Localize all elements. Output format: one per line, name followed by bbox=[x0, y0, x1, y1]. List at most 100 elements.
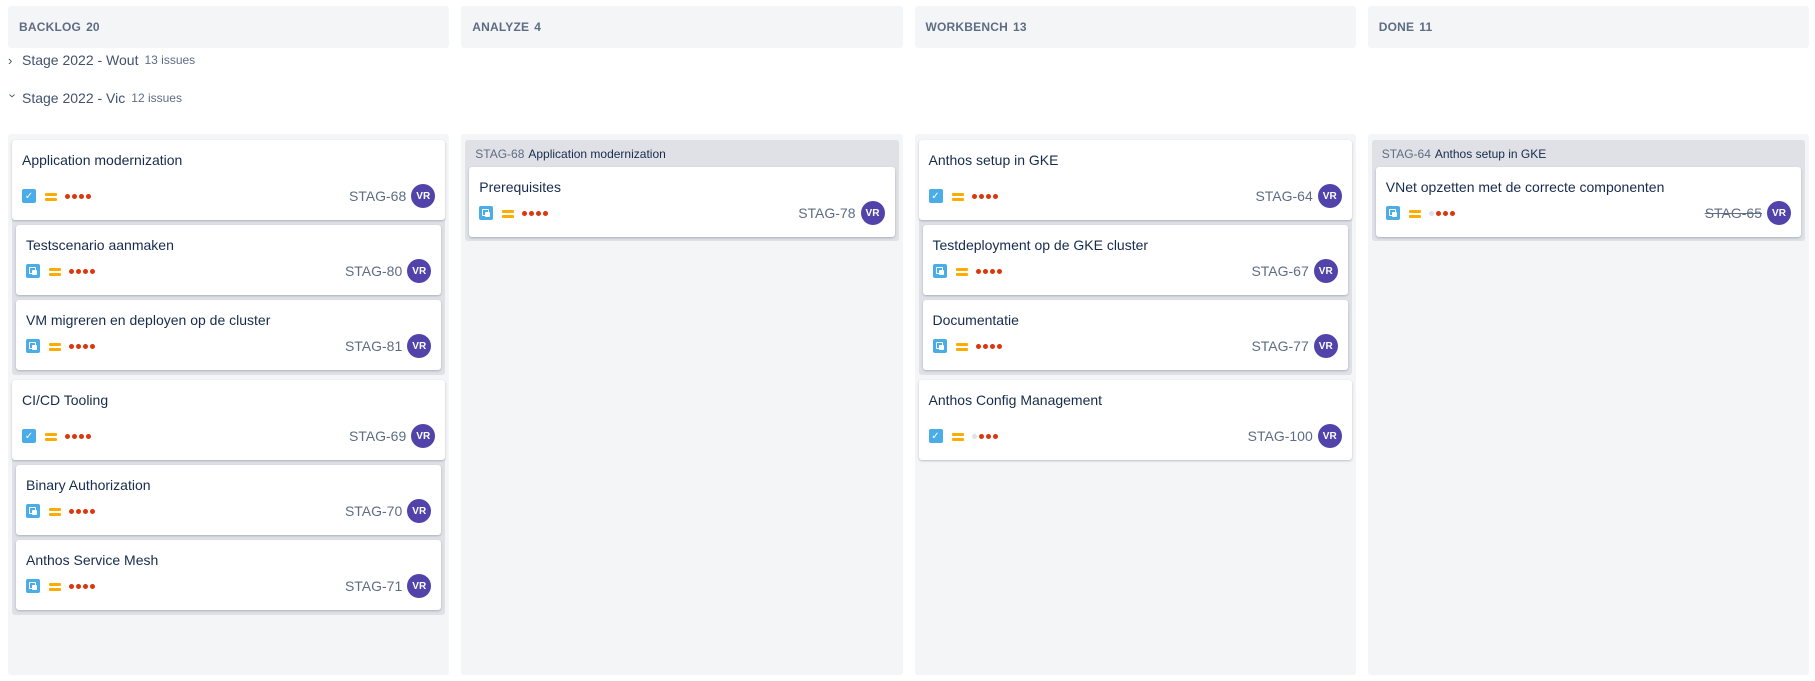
parent-group-label[interactable]: STAG-68 Application modernization bbox=[469, 140, 894, 167]
subtask-card[interactable]: Testdeployment op de GKE cluster STAG-67… bbox=[922, 225, 1348, 295]
estimate-dots-icon bbox=[69, 583, 95, 589]
parent-group: STAG-68 Application modernization Prereq… bbox=[465, 140, 899, 241]
avatar[interactable]: VR bbox=[407, 259, 432, 283]
issue-key[interactable]: STAG-67 bbox=[1251, 263, 1308, 279]
swimlane-title: Stage 2022 - Wout bbox=[22, 52, 139, 68]
subtask-card[interactable]: Documentatie STAG-77 VR bbox=[922, 300, 1348, 370]
issue-card[interactable]: Anthos Config Management ✓ STAG-100 VR bbox=[918, 380, 1352, 460]
swimlane-vic[interactable]: › Stage 2022 - Vic 12 issues bbox=[6, 90, 182, 106]
avatar[interactable]: VR bbox=[407, 499, 432, 523]
swimlane-title: Stage 2022 - Vic bbox=[22, 90, 126, 106]
priority-medium-icon bbox=[951, 191, 964, 201]
parent-title: Application modernization bbox=[528, 146, 666, 161]
column-header-backlog[interactable]: BACKLOG 20 bbox=[8, 6, 450, 48]
avatar[interactable]: VR bbox=[1317, 424, 1342, 448]
estimate-dots-icon bbox=[971, 193, 998, 199]
parent-title: Anthos setup in GKE bbox=[1434, 146, 1547, 161]
subtask-icon bbox=[26, 504, 40, 518]
avatar[interactable]: VR bbox=[1313, 334, 1338, 358]
parent-group: CI/CD Tooling ✓ STAG-69 VR Binary Author… bbox=[12, 380, 446, 615]
subtask-card[interactable]: Testscenario aanmaken STAG-80 VR bbox=[16, 225, 442, 295]
estimate-dots-icon bbox=[975, 343, 1002, 349]
card-footer: STAG-80 VR bbox=[26, 258, 432, 284]
card-footer: STAG-78 VR bbox=[479, 200, 885, 226]
story-checkbox-icon: ✓ bbox=[928, 429, 943, 443]
column-name: BACKLOG bbox=[19, 20, 82, 34]
issue-card[interactable]: CI/CD Tooling ✓ STAG-69 VR bbox=[12, 380, 446, 460]
column-count: 4 bbox=[534, 20, 542, 34]
parent-key: STAG-68 bbox=[475, 146, 525, 161]
column-header-workbench[interactable]: WORKBENCH 13 bbox=[914, 6, 1356, 48]
issue-title: VNet opzetten met de correcte componente… bbox=[1385, 179, 1665, 195]
subtask-card[interactable]: Binary Authorization STAG-70 VR bbox=[16, 465, 442, 535]
parent-group-label[interactable]: STAG-64 Anthos setup in GKE bbox=[1376, 140, 1801, 167]
card-footer: STAG-81 VR bbox=[26, 333, 432, 359]
column-name: WORKBENCH bbox=[925, 20, 1008, 34]
priority-medium-icon bbox=[502, 208, 515, 218]
estimate-dots-icon bbox=[1428, 210, 1455, 216]
column-header-analyze[interactable]: ANALYZE 4 bbox=[461, 6, 903, 48]
issue-key[interactable]: STAG-69 bbox=[349, 428, 406, 444]
story-checkbox-icon: ✓ bbox=[22, 189, 36, 203]
issue-title: Binary Authorization bbox=[26, 477, 151, 493]
column-backlog: Application modernization ✓ STAG-68 VR T… bbox=[8, 134, 450, 675]
issue-title: Documentatie bbox=[932, 312, 1019, 328]
column-name: ANALYZE bbox=[472, 20, 530, 34]
chevron-right-icon[interactable]: › bbox=[8, 53, 22, 68]
swimlane-wout[interactable]: › Stage 2022 - Wout 13 issues bbox=[8, 52, 195, 68]
issue-key[interactable]: STAG-65 bbox=[1705, 205, 1762, 221]
subtask-card[interactable]: VM migreren en deployen op de cluster ST… bbox=[16, 300, 442, 370]
subtask-card[interactable]: VNet opzetten met de correcte componente… bbox=[1375, 167, 1801, 237]
issue-card[interactable]: Anthos setup in GKE ✓ STAG-64 VR bbox=[918, 140, 1352, 220]
priority-medium-icon bbox=[49, 581, 61, 591]
card-footer: STAG-67 VR bbox=[932, 258, 1338, 284]
avatar[interactable]: VR bbox=[1317, 184, 1342, 208]
estimate-dots-icon bbox=[971, 433, 998, 439]
estimate-dots-icon bbox=[65, 193, 91, 199]
avatar[interactable]: VR bbox=[407, 574, 432, 598]
card-footer: ✓ STAG-68 VR bbox=[22, 183, 436, 209]
avatar[interactable]: VR bbox=[860, 201, 885, 225]
column-workbench: Anthos setup in GKE ✓ STAG-64 VR Testdep… bbox=[914, 134, 1356, 675]
avatar[interactable]: VR bbox=[411, 424, 436, 448]
card-footer: STAG-77 VR bbox=[932, 333, 1338, 359]
issue-title: Anthos Config Management bbox=[928, 392, 1103, 408]
issue-title: Anthos setup in GKE bbox=[928, 152, 1059, 168]
avatar[interactable]: VR bbox=[1313, 259, 1338, 283]
subtask-list: Testscenario aanmaken STAG-80 VR VM migr… bbox=[12, 220, 445, 370]
issue-key[interactable]: STAG-68 bbox=[349, 188, 406, 204]
avatar[interactable]: VR bbox=[1767, 201, 1791, 225]
card-footer: ✓ STAG-64 VR bbox=[928, 183, 1342, 209]
issue-card[interactable]: Application modernization ✓ STAG-68 VR bbox=[12, 140, 446, 220]
issue-key[interactable]: STAG-100 bbox=[1248, 428, 1313, 444]
issue-title: Testscenario aanmaken bbox=[26, 237, 174, 253]
issue-key[interactable]: STAG-77 bbox=[1251, 338, 1308, 354]
issue-key[interactable]: STAG-80 bbox=[345, 263, 402, 279]
issue-key[interactable]: STAG-64 bbox=[1255, 188, 1312, 204]
chevron-down-icon[interactable]: › bbox=[6, 93, 21, 103]
subtask-card[interactable]: Anthos Service Mesh STAG-71 VR bbox=[16, 540, 442, 610]
estimate-dots-icon bbox=[69, 508, 95, 514]
story-checkbox-icon: ✓ bbox=[928, 189, 943, 203]
priority-medium-icon bbox=[49, 341, 61, 351]
column-count: 13 bbox=[1012, 20, 1027, 34]
issue-key[interactable]: STAG-81 bbox=[345, 338, 402, 354]
issue-key[interactable]: STAG-71 bbox=[345, 578, 402, 594]
card-footer: ✓ STAG-100 VR bbox=[928, 423, 1342, 449]
story-checkbox-icon: ✓ bbox=[22, 429, 36, 443]
column-analyze: STAG-68 Application modernization Prereq… bbox=[461, 134, 903, 675]
subtask-icon bbox=[26, 339, 40, 353]
issue-key[interactable]: STAG-78 bbox=[798, 205, 855, 221]
issue-key[interactable]: STAG-70 bbox=[345, 503, 402, 519]
estimate-dots-icon bbox=[522, 210, 549, 216]
avatar[interactable]: VR bbox=[407, 334, 432, 358]
avatar[interactable]: VR bbox=[411, 184, 436, 208]
priority-medium-icon bbox=[45, 431, 57, 441]
subtask-list: Binary Authorization STAG-70 VR Anthos S… bbox=[12, 460, 445, 610]
board: Application modernization ✓ STAG-68 VR T… bbox=[8, 134, 1809, 675]
subtask-card[interactable]: Prerequisites STAG-78 VR bbox=[469, 167, 895, 237]
subtask-icon bbox=[479, 206, 494, 220]
column-header-done[interactable]: DONE 11 bbox=[1367, 6, 1809, 48]
column-headers: BACKLOG 20 ANALYZE 4 WORKBENCH 13 DONE 1… bbox=[8, 6, 1809, 48]
subtask-list: Testdeployment op de GKE cluster STAG-67… bbox=[919, 220, 1352, 370]
